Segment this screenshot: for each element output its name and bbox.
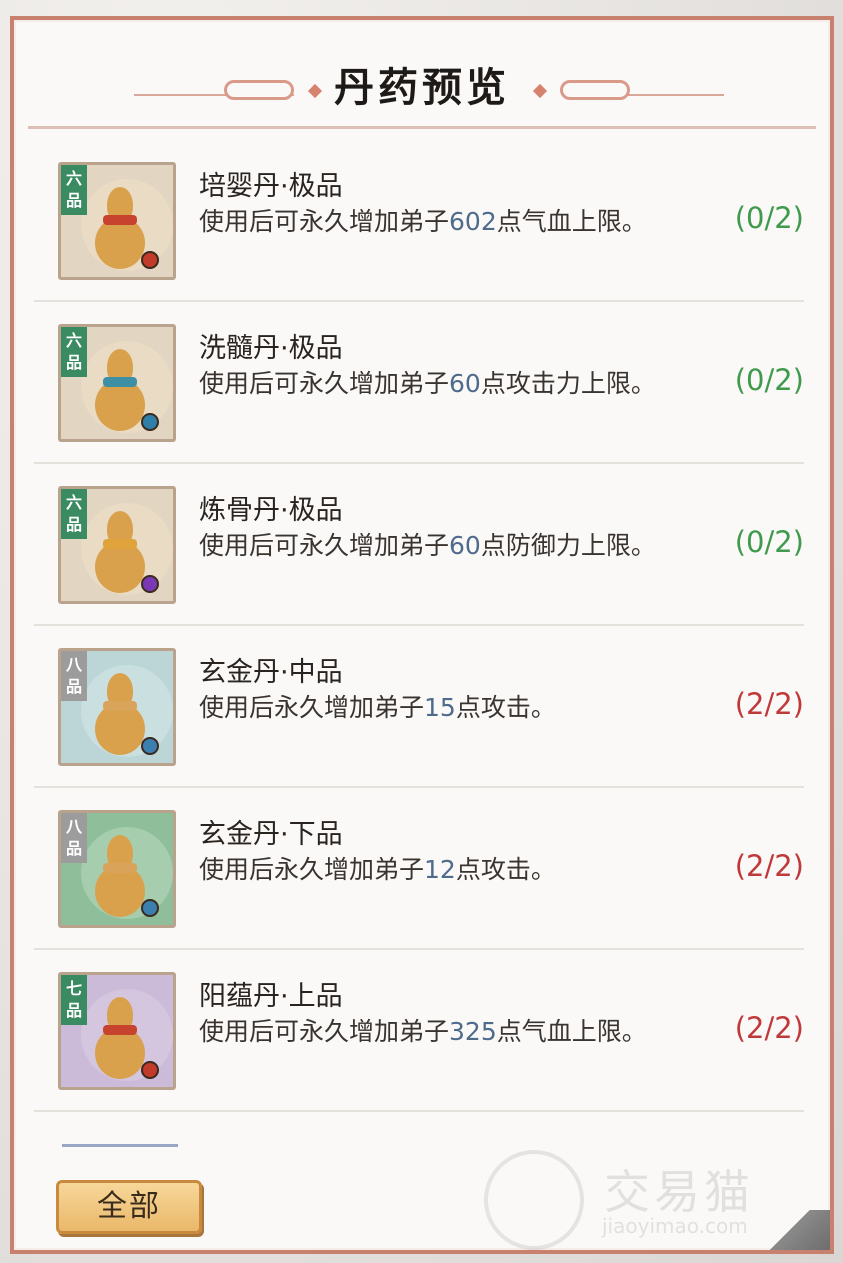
pill-icon-frame[interactable]: 六品 <box>58 486 176 604</box>
grade-tag: 七品 <box>61 975 87 1025</box>
grade-tag: 八品 <box>61 651 87 701</box>
pill-row[interactable]: 六品 炼骨丹·极品使用后可永久增加弟子60点防御力上限。 (0/2) <box>34 464 804 626</box>
description-text: 使用后永久增加弟子 <box>199 855 425 884</box>
description-text: 点攻击。 <box>455 693 556 722</box>
grade-tag: 六品 <box>61 165 87 215</box>
pill-icon-frame[interactable]: 六品 <box>58 162 176 280</box>
gourd-ribbon-icon <box>103 701 137 711</box>
panel-header: 丹药预览 <box>14 20 830 130</box>
filter-all-button[interactable]: 全部 <box>56 1180 202 1234</box>
description-text: 点攻击力上限。 <box>480 369 656 398</box>
description-text: 点气血上限。 <box>496 207 647 236</box>
description-value: 60 <box>449 369 481 398</box>
header-divider <box>28 126 816 129</box>
pill-icon-frame[interactable]: 八品 <box>58 648 176 766</box>
pill-row[interactable]: 八品 玄金丹·下品使用后永久增加弟子12点攻击。 (2/2) <box>34 788 804 950</box>
pill-name: 炼骨丹·极品 <box>199 495 343 526</box>
description-text: 使用后可永久增加弟子 <box>199 207 450 236</box>
pill-description: 使用后可永久增加弟子60点攻击力上限。 <box>199 368 669 399</box>
bead-icon <box>141 899 159 917</box>
pill-icon-frame[interactable]: 六品 <box>58 324 176 442</box>
row-divider <box>34 1110 804 1112</box>
grade-tag: 六品 <box>61 327 87 377</box>
description-text: 使用后可永久增加弟子 <box>199 531 450 560</box>
bead-icon <box>141 251 159 269</box>
description-text: 点防御力上限。 <box>480 531 656 560</box>
description-value: 15 <box>424 693 456 722</box>
grade-tag: 八品 <box>61 813 87 863</box>
bead-icon <box>141 737 159 755</box>
usage-count: (0/2) <box>734 201 804 235</box>
pill-row[interactable]: 八品 玄金丹·中品使用后永久增加弟子15点攻击。 (2/2) <box>34 626 804 788</box>
partial-next-item <box>62 1144 178 1147</box>
pill-name: 培婴丹·极品 <box>199 171 343 202</box>
watermark: 交易猫 jiaoyimao.com <box>484 1150 814 1250</box>
pill-name: 阳蕴丹·上品 <box>199 981 343 1012</box>
description-value: 12 <box>424 855 456 884</box>
pill-icon-frame[interactable]: 七品 <box>58 972 176 1090</box>
description-text: 点攻击。 <box>455 855 556 884</box>
pill-row[interactable]: 六品 洗髓丹·极品使用后可永久增加弟子60点攻击力上限。 (0/2) <box>34 302 804 464</box>
pill-name: 玄金丹·下品 <box>199 819 343 850</box>
description-text: 使用后永久增加弟子 <box>199 693 425 722</box>
watermark-subtext: jiaoyimao.com <box>602 1214 748 1238</box>
pill-name: 洗髓丹·极品 <box>199 333 343 364</box>
description-value: 325 <box>449 1017 497 1046</box>
pill-description: 使用后永久增加弟子15点攻击。 <box>199 692 669 723</box>
usage-count: (2/2) <box>734 687 804 721</box>
description-text: 点气血上限。 <box>496 1017 647 1046</box>
usage-count: (2/2) <box>734 849 804 883</box>
description-value: 60 <box>449 531 481 560</box>
bead-icon <box>141 575 159 593</box>
pill-row[interactable]: 七品 阳蕴丹·上品使用后可永久增加弟子325点气血上限。 (2/2) <box>34 950 804 1112</box>
bead-icon <box>141 1061 159 1079</box>
gourd-ribbon-icon <box>103 215 137 225</box>
usage-count: (0/2) <box>734 525 804 559</box>
pill-icon-frame[interactable]: 八品 <box>58 810 176 928</box>
grade-tag: 六品 <box>61 489 87 539</box>
gourd-ribbon-icon <box>103 1025 137 1035</box>
usage-count: (0/2) <box>734 363 804 397</box>
gourd-ribbon-icon <box>103 377 137 387</box>
gourd-ribbon-icon <box>103 539 137 549</box>
pill-description: 使用后可永久增加弟子325点气血上限。 <box>199 1016 669 1047</box>
bead-icon <box>141 413 159 431</box>
watermark-text: 交易猫 <box>604 1165 754 1219</box>
gourd-ribbon-icon <box>103 863 137 873</box>
corner-fold <box>770 1210 830 1250</box>
pill-description: 使用后可永久增加弟子602点气血上限。 <box>199 206 669 237</box>
description-text: 使用后可永久增加弟子 <box>199 369 450 398</box>
description-text: 使用后可永久增加弟子 <box>199 1017 450 1046</box>
pill-row[interactable]: 六品 培婴丹·极品使用后可永久增加弟子602点气血上限。 (0/2) <box>34 140 804 302</box>
pill-name: 玄金丹·中品 <box>199 657 343 688</box>
pill-preview-panel: 丹药预览 六品培婴丹·极品 使用后可永久增加弟子602点气血上限。 (0/2) 六品洗… <box>10 16 834 1254</box>
watermark-logo-icon <box>484 1150 584 1250</box>
pill-description: 使用后可永久增加弟子60点防御力上限。 <box>199 530 669 561</box>
pill-description: 使用后永久增加弟子12点攻击。 <box>199 854 669 885</box>
description-value: 602 <box>449 207 497 236</box>
panel-title: 丹药预览 <box>334 65 510 111</box>
usage-count: (2/2) <box>734 1011 804 1045</box>
